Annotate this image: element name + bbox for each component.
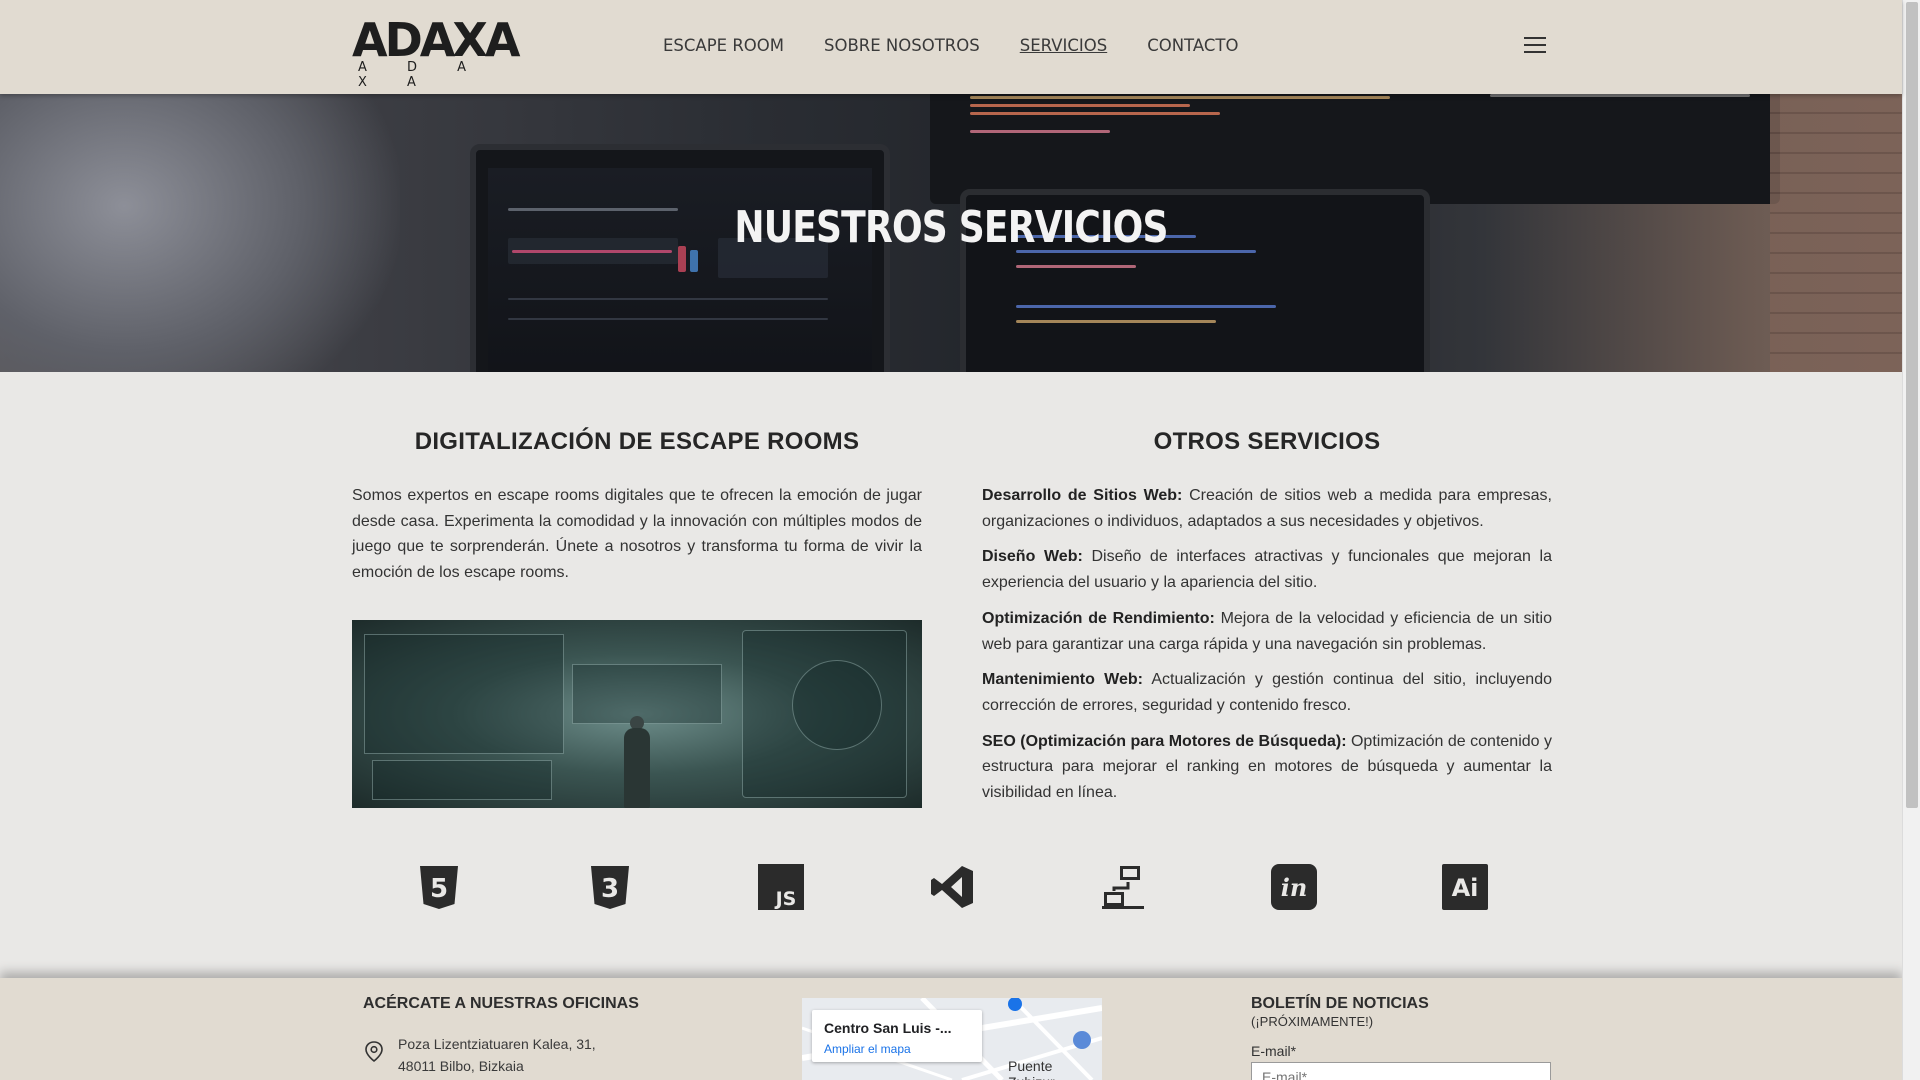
logo-text: ADAXA: [352, 13, 520, 67]
map-place-card: Centro San Luis -... Ampliar el mapa: [812, 1010, 982, 1062]
illustrator-icon: Ai: [1442, 864, 1488, 910]
svg-text:3: 3: [601, 874, 619, 904]
escape-rooms-description: Somos expertos en escape rooms digitales…: [352, 487, 922, 582]
service-name: SEO (Optimización para Motores de Búsque…: [982, 732, 1347, 750]
other-services-title: OTROS SERVICIOS: [1153, 428, 1381, 455]
hero-monitor-image: [930, 94, 1780, 204]
css3-icon: 3: [591, 866, 629, 909]
scrollbar-thumb[interactable]: [1906, 2, 1918, 808]
html5-icon: 5: [420, 866, 458, 909]
site-footer: ACÉRCATE A NUESTRAS OFICINAS Poza Lizent…: [0, 978, 1902, 1080]
nav-sobre-nosotros[interactable]: SOBRE NOSOTROS: [824, 36, 980, 55]
service-item: Mantenimiento Web: Actualización y gesti…: [982, 667, 1552, 718]
service-name: Diseño Web:: [982, 548, 1083, 566]
digital-escape-room-image: [352, 620, 922, 808]
svg-text:5: 5: [430, 874, 448, 904]
map-enlarge-link[interactable]: Ampliar el mapa: [824, 1042, 911, 1056]
service-item: Desarrollo de Sitios Web: Creación de si…: [982, 483, 1552, 534]
nav-contacto[interactable]: CONTACTO: [1147, 36, 1238, 55]
newsletter-subtitle: (¡PRÓXIMAMENTE!): [1251, 1014, 1374, 1029]
hero-banner: NUESTROS SERVICIOS: [0, 94, 1902, 372]
vscode-icon: [931, 866, 973, 908]
invision-icon: in: [1271, 864, 1317, 910]
email-field[interactable]: [1251, 1062, 1551, 1080]
address-line-1: Poza Lizentziatuaren Kalea, 31,: [398, 1036, 596, 1052]
javascript-icon: JS: [758, 864, 804, 910]
logo-subtext: A D A X A: [358, 60, 485, 90]
map-label: Puente Zubizur: [1008, 1058, 1055, 1080]
other-services-section: OTROS SERVICIOS Desarrollo de Sitios Web…: [982, 428, 1552, 816]
embedded-map[interactable]: Centro San Luis -... Ampliar el mapa Pue…: [802, 998, 1102, 1080]
escape-rooms-title: DIGITALIZACIÓN DE ESCAPE ROOMS: [414, 428, 860, 455]
map-place-name: Centro San Luis -...: [824, 1020, 952, 1036]
office-address: Poza Lizentziatuaren Kalea, 31, 48011 Bi…: [398, 1033, 596, 1077]
escape-rooms-section: DIGITALIZACIÓN DE ESCAPE ROOMS Somos exp…: [352, 428, 922, 586]
service-name: Mantenimiento Web:: [982, 671, 1143, 689]
address-line-2: 48011 Bilbo, Bizkaia: [398, 1058, 524, 1074]
location-pin-icon: [365, 1041, 383, 1063]
page-title: NUESTROS SERVICIOS: [734, 202, 1168, 253]
nav-servicios[interactable]: SERVICIOS: [1020, 36, 1107, 55]
newsletter-title: BOLETÍN DE NOTICIAS: [1251, 995, 1429, 1012]
main-nav: ESCAPE ROOM SOBRE NOSOTROS SERVICIOS CON…: [663, 36, 1238, 55]
svg-text:Ai: Ai: [1452, 874, 1479, 902]
nav-escape-room[interactable]: ESCAPE ROOM: [663, 36, 784, 55]
svg-text:JS: JS: [774, 888, 797, 910]
offices-title: ACÉRCATE A NUESTRAS OFICINAS: [363, 995, 639, 1012]
page-scrollbar[interactable]: [1902, 0, 1920, 1080]
hero-laptop-dashboard-image: [470, 144, 890, 372]
hero-brick-wall: [1770, 94, 1902, 372]
tech-icons-row: 5 3 JS in Ai: [352, 864, 1552, 912]
service-item: SEO (Optimización para Motores de Búsque…: [982, 729, 1552, 806]
service-item: Optimización de Rendimiento: Mejora de l…: [982, 606, 1552, 657]
service-name: Desarrollo de Sitios Web:: [982, 487, 1183, 504]
site-header: ADAXA A D A X A ESCAPE ROOM SOBRE NOSOTR…: [0, 0, 1902, 94]
filezilla-icon: [1102, 866, 1144, 909]
email-label: E-mail*: [1251, 1043, 1297, 1059]
hamburger-menu-icon[interactable]: [1524, 37, 1546, 55]
service-item: Diseño Web: Diseño de interfaces atracti…: [982, 544, 1552, 595]
service-name: Optimización de Rendimiento:: [982, 609, 1215, 627]
svg-text:in: in: [1281, 873, 1308, 902]
site-logo[interactable]: ADAXA A D A X A: [352, 17, 520, 90]
